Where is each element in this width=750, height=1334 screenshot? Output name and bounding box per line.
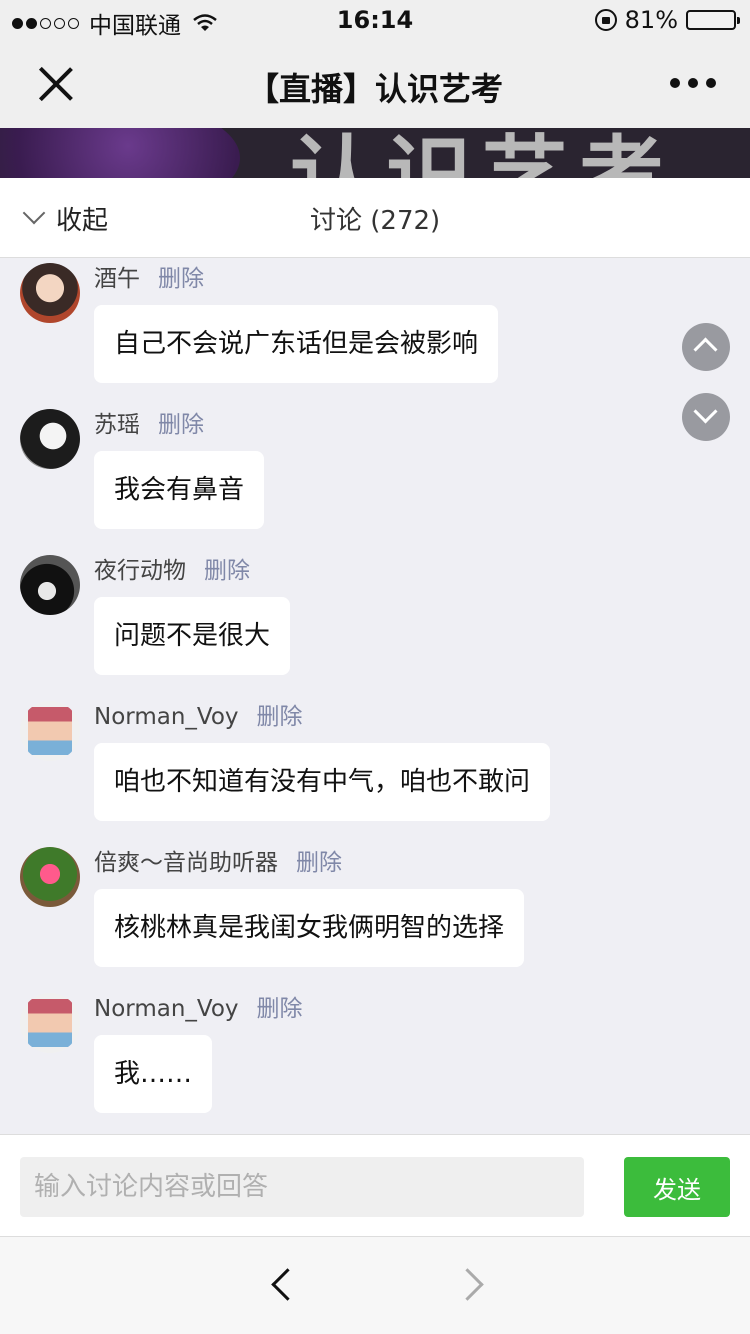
- avatar[interactable]: [20, 847, 80, 907]
- live-video-banner[interactable]: 认识艺考: [0, 128, 750, 178]
- message-bubble: 问题不是很大: [94, 597, 291, 675]
- banner-text: 认识艺考: [290, 128, 674, 178]
- more-options-icon[interactable]: [670, 78, 716, 88]
- collapse-button[interactable]: 收起: [20, 200, 108, 237]
- avatar[interactable]: [20, 409, 80, 469]
- discussion-title: 讨论 (272): [310, 206, 441, 236]
- username: 苏瑶 删除: [94, 405, 204, 439]
- username-text: 酒午: [94, 266, 140, 292]
- username-text: 倍爽～音尚助听器: [94, 850, 278, 876]
- avatar[interactable]: [20, 993, 80, 1053]
- battery-percent: 81%: [624, 6, 678, 34]
- delete-link[interactable]: 删除: [158, 412, 204, 438]
- message-bubble: 核桃林真是我闺女我俩明智的选择: [94, 889, 525, 967]
- delete-link[interactable]: 删除: [257, 704, 303, 730]
- avatar[interactable]: [20, 555, 80, 615]
- collapse-label: 收起: [56, 206, 109, 236]
- message-bubble: 自己不会说广东话但是会被影响: [94, 305, 499, 383]
- message-bubble: 我会有鼻音: [94, 451, 265, 529]
- nav-bar: 【直播】认识艺考: [0, 40, 750, 128]
- discussion-input[interactable]: [20, 1157, 584, 1217]
- username: 夜行动物 删除: [94, 551, 250, 585]
- delete-link[interactable]: 删除: [158, 266, 204, 292]
- username-text: 夜行动物: [94, 558, 186, 584]
- page-title: 【直播】认识艺考: [246, 70, 503, 108]
- avatar[interactable]: [20, 701, 80, 761]
- status-bar: 中国联通 16:14 81%: [0, 0, 750, 40]
- message-bubble: 我……: [94, 1035, 213, 1113]
- avatar[interactable]: [20, 263, 80, 323]
- username: 倍爽～音尚助听器 删除: [94, 843, 342, 877]
- username: Norman_Voy 删除: [94, 697, 303, 731]
- chevron-down-icon: [20, 211, 48, 227]
- message-bubble: 咱也不知道有没有中气，咱也不敢问: [94, 743, 551, 821]
- discussion-header: 收起 讨论 (272): [0, 178, 750, 258]
- back-arrow-icon[interactable]: [270, 1271, 296, 1297]
- browser-toolbar: [0, 1236, 750, 1334]
- banner-graphic: [0, 128, 240, 178]
- username-text: Norman_Voy: [94, 704, 239, 730]
- scroll-up-button[interactable]: [682, 323, 730, 371]
- rotation-lock-icon: [594, 9, 617, 31]
- send-button[interactable]: 发送: [624, 1157, 730, 1217]
- username: Norman_Voy 删除: [94, 989, 303, 1023]
- delete-link[interactable]: 删除: [204, 558, 250, 584]
- close-icon[interactable]: [36, 64, 76, 104]
- battery-icon: [686, 10, 740, 30]
- delete-link[interactable]: 删除: [257, 996, 303, 1022]
- username-text: Norman_Voy: [94, 996, 239, 1022]
- delete-link[interactable]: 删除: [296, 850, 342, 876]
- username: 酒午 删除: [94, 259, 204, 293]
- comment-input-bar: 发送: [0, 1134, 750, 1236]
- scroll-down-button[interactable]: [682, 393, 730, 441]
- username-text: 苏瑶: [94, 412, 140, 438]
- status-right: 81%: [594, 6, 740, 34]
- forward-arrow-icon[interactable]: [458, 1271, 484, 1297]
